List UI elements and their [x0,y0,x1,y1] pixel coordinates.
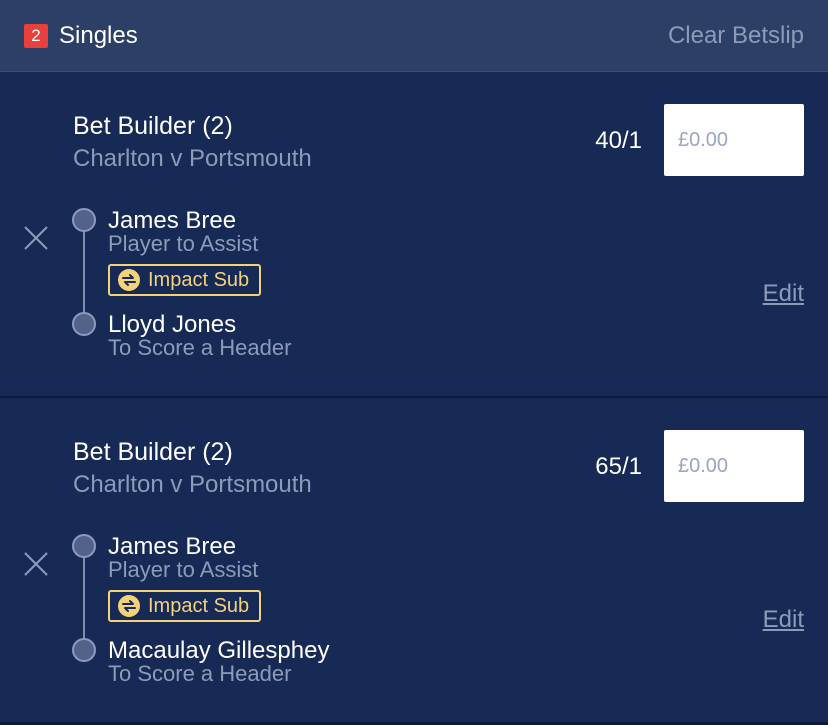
close-icon[interactable] [22,224,50,252]
clear-betslip-button[interactable]: Clear Betslip [668,20,804,52]
selection-market: Player to Assist [108,557,259,582]
selection-dot [72,208,96,232]
bet-card: Bet Builder (2) Charlton v Portsmouth 40… [0,72,828,398]
selection-timeline [83,556,85,648]
selection-market: To Score a Header [108,661,292,686]
selection-timeline [83,230,85,322]
edit-bet-link[interactable]: Edit [763,279,804,309]
stake-input[interactable] [664,104,804,176]
bet-event: Charlton v Portsmouth [73,145,312,172]
selection-market: To Score a Header [108,335,292,360]
betslip-header: 2 Singles Clear Betslip [0,0,828,72]
bet-odds: 65/1 [595,453,642,480]
close-icon[interactable] [22,550,50,578]
impact-sub-label: Impact Sub [148,595,250,617]
selection-dot [72,638,96,662]
swap-icon [118,269,140,291]
impact-sub-label: Impact Sub [148,269,250,291]
bet-card: Bet Builder (2) Charlton v Portsmouth 65… [0,398,828,724]
swap-icon [118,595,140,617]
betslip-title: Singles [59,22,138,49]
bet-event: Charlton v Portsmouth [73,471,312,498]
edit-bet-link[interactable]: Edit [763,605,804,635]
impact-sub-badge: Impact Sub [108,264,262,296]
selection-dot [72,312,96,336]
selection-count-badge: 2 [24,24,48,48]
selection-market: Player to Assist [108,231,259,256]
stake-input[interactable] [664,430,804,502]
selection-dot [72,534,96,558]
impact-sub-badge: Impact Sub [108,590,262,622]
bet-title: Bet Builder (2) [73,438,233,466]
bet-odds: 40/1 [595,127,642,154]
bet-title: Bet Builder (2) [73,112,233,140]
